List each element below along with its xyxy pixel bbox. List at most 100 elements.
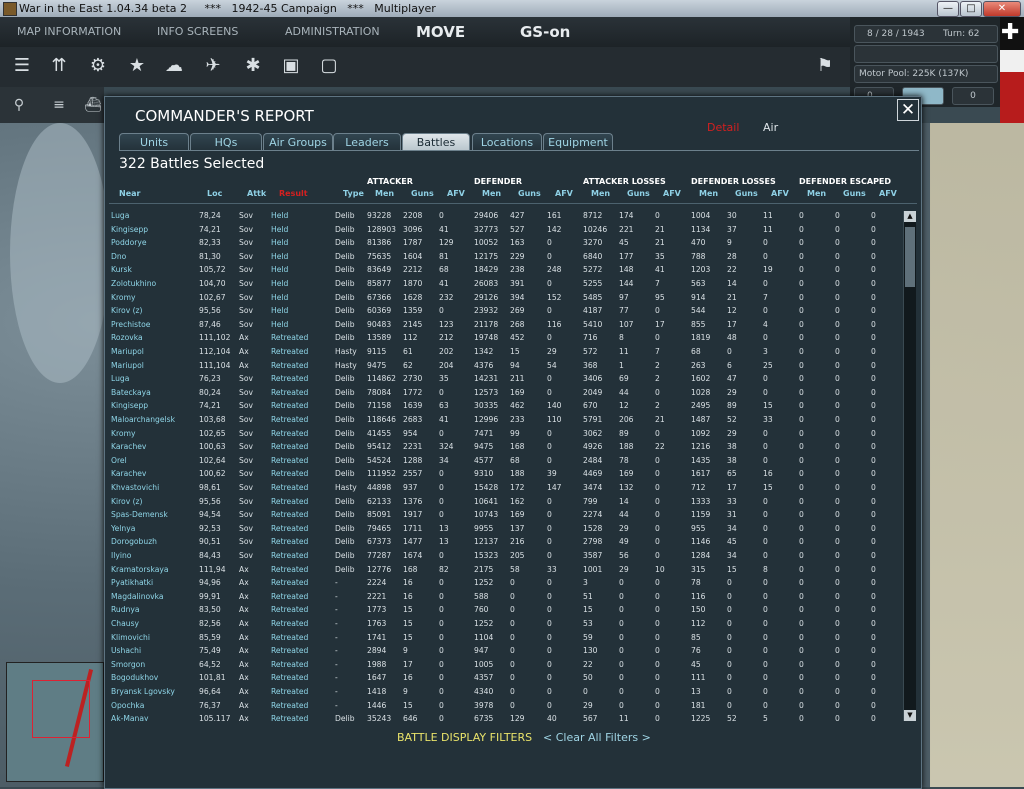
table-row[interactable]: Kingisepp 74,21 Sov Held Delib 128903 3096 41 32… [105, 223, 901, 237]
menu-move[interactable]: MOVE [416, 23, 465, 41]
table-row[interactable]: Rozovka 111,102 Ax Retreated Delib 13589 112 21… [105, 331, 901, 345]
header-type[interactable]: Type [343, 189, 364, 198]
table-row[interactable]: Chausy 82,56 Ax Retreated - 1763 15 0 1252 0 0 53 0 0… [105, 617, 901, 631]
table-row[interactable]: Ilyino 84,43 Sov Retreated Delib 77287 1674 0 15… [105, 549, 901, 563]
header-near[interactable]: Near [119, 189, 140, 198]
table-row[interactable]: Karachev 100,62 Sov Retreated Delib 111952 255… [105, 467, 901, 481]
scroll-thumb[interactable] [905, 227, 915, 287]
supply-icon[interactable]: ▢ [316, 53, 342, 79]
table-row[interactable]: Karachev 100,63 Sov Retreated Delib 95412 2231… [105, 440, 901, 454]
table-row[interactable]: Mariupol 111,104 Ax Retreated Hasty 9475 62 204… [105, 359, 901, 373]
minimap[interactable] [6, 662, 104, 782]
table-row[interactable]: Ak-Manay 105,117 Ax Retreated Delib 35243 646 0… [105, 712, 901, 721]
header-loc[interactable]: Loc [207, 189, 222, 198]
header-attk[interactable]: Attk [247, 189, 266, 198]
scroll-down-icon[interactable]: ▼ [904, 710, 916, 721]
unit-moves-icon[interactable]: ⇈ [46, 53, 72, 79]
minimap-viewport[interactable] [32, 680, 90, 738]
table-row[interactable]: Dno 81,30 Sov Held Delib 75635 1604 81 12175 229 0… [105, 250, 901, 264]
header-esc-afv[interactable]: AFV [879, 189, 897, 198]
menu-info-screens[interactable]: INFO SCREENS [157, 25, 238, 38]
tab-air-groups[interactable]: Air Groups [263, 133, 333, 151]
tab-locations[interactable]: Locations [472, 133, 542, 151]
table-row[interactable]: Kromy 102,67 Sov Held Delib 67366 1628 232 29126… [105, 291, 901, 305]
table-row[interactable]: Klimovichi 85,59 Ax Retreated - 1741 15 0 1104 0 0… [105, 631, 901, 645]
weather-icon[interactable]: ☁ [161, 53, 187, 79]
header-attl-men[interactable]: Men [591, 189, 610, 198]
table-row[interactable]: Kromy 102,65 Sov Retreated Delib 41455 954 0 747… [105, 427, 901, 441]
header-attl-afv[interactable]: AFV [663, 189, 681, 198]
table-row[interactable]: Luga 76,23 Sov Retreated Delib 114862 2730 35 14… [105, 372, 901, 386]
naval-icon[interactable]: ⛴ [80, 92, 106, 118]
menu-administration[interactable]: ADMINISTRATION [285, 25, 380, 38]
star-icon[interactable]: ★ [124, 53, 150, 79]
cell-def-afv: 0 [547, 306, 552, 316]
table-row[interactable]: Rudnya 83,50 Ax Retreated -1773 15 0 760 0 0 15 0 0 1… [105, 603, 901, 617]
table-row[interactable]: Kramatorskaya 111,94 Ax Retreated Delib 12776… [105, 563, 901, 577]
tab-hqs[interactable]: HQs [190, 133, 262, 151]
header-attl-guns[interactable]: Guns [627, 189, 650, 198]
header-att-men[interactable]: Men [375, 189, 394, 198]
header-esc-guns[interactable]: Guns [843, 189, 866, 198]
air-missions-icon[interactable]: ✈ [200, 53, 226, 79]
table-row[interactable]: Mariupol 112,104 Ax Retreated Hasty 9115 61 202… [105, 345, 901, 359]
table-row[interactable]: Kingisepp 74,21 Sov Retreated Delib 71158 1639… [105, 399, 901, 413]
header-defl-guns[interactable]: Guns [735, 189, 758, 198]
table-row[interactable]: Kirov (z) 95,56 Sov Retreated Delib 62133 1376… [105, 495, 901, 509]
bomb-icon[interactable]: ✱ [240, 53, 266, 79]
maximize-button[interactable]: □ [960, 1, 982, 17]
table-row[interactable]: Magdalinovka 99,91 Ax Retreated - 2221 16 0 588 0… [105, 590, 901, 604]
header-att-guns[interactable]: Guns [411, 189, 434, 198]
minimize-button[interactable]: — [937, 1, 959, 17]
close-dialog-button[interactable]: ✕ [897, 99, 919, 121]
table-row[interactable]: Luga 78,24 Sov Held Delib 93228 2208 0 29406 427 1… [105, 209, 901, 223]
header-def-afv[interactable]: AFV [555, 189, 573, 198]
tab-units[interactable]: Units [119, 133, 189, 151]
table-row[interactable]: Poddorye 82,33 Sov Held Delib 81386 1787 129 100… [105, 236, 901, 250]
infantry-icon[interactable]: ⚲ [6, 92, 32, 118]
header-att-afv[interactable]: AFV [447, 189, 465, 198]
header-result[interactable]: Result [279, 189, 308, 198]
table-row[interactable]: Kirov (z) 95,56 Sov Held Delib 60369 1359 0 2393… [105, 304, 901, 318]
header-def-men[interactable]: Men [482, 189, 501, 198]
tab-leaders[interactable]: Leaders [333, 133, 401, 151]
header-def-guns[interactable]: Guns [518, 189, 541, 198]
table-row[interactable]: Orel 102,64 Sov Retreated Delib 54524 1288 34 45… [105, 454, 901, 468]
fuel-icon[interactable]: ▣ [278, 53, 304, 79]
tab-battles[interactable]: Battles [402, 133, 470, 151]
rail-icon[interactable]: ≡ [46, 92, 72, 118]
battle-display-filters-button[interactable]: BATTLE DISPLAY FILTERS [397, 731, 532, 744]
table-row[interactable]: Bateckaya 80,24 Sov Retreated Delib 78084 1772… [105, 386, 901, 400]
stack-icon[interactable]: ☰ [9, 53, 35, 79]
table-row[interactable]: Smorgon 64,52 Ax Retreated - 1988 17 0 1005 0 0 22 0… [105, 658, 901, 672]
header-defl-men[interactable]: Men [699, 189, 718, 198]
air-selector[interactable]: Air [763, 121, 778, 134]
clear-all-filters-button[interactable]: < Clear All Filters > [543, 731, 651, 744]
cell-type: Hasty [335, 360, 357, 370]
table-scrollbar[interactable]: ▲ ▼ [903, 211, 916, 721]
table-row[interactable]: Dorogobuzh 90,51 Sov Retreated Delib 67373 147… [105, 535, 901, 549]
detail-selector[interactable]: Detail [707, 121, 739, 134]
table-row[interactable]: Pyatikhatki 94,96 Ax Retreated - 2224 16 0 1252 0… [105, 576, 901, 590]
table-row[interactable]: Bryansk Lgovsky 96,64 Ax Retreated - 1418 9 0 43… [105, 685, 901, 699]
header-defl-afv[interactable]: AFV [771, 189, 789, 198]
menu-map-information[interactable]: MAP INFORMATION [17, 25, 121, 38]
flag-icon[interactable]: ⚑ [812, 53, 838, 79]
close-window-button[interactable]: ✕ [983, 1, 1021, 17]
table-row[interactable]: Spas-Demensk 94,54 Sov Retreated Delib 85091 1… [105, 508, 901, 522]
table-row[interactable]: Prechistoe 87,46 Sov Held Delib 90483 2145 123 2… [105, 318, 901, 332]
counter-right-box[interactable]: 0 [952, 87, 994, 105]
gear-icon[interactable]: ⚙ [85, 53, 111, 79]
table-row[interactable]: Yelnya 92,53 Sov Retreated Delib 79465 1711 13 9… [105, 522, 901, 536]
header-esc-men[interactable]: Men [807, 189, 826, 198]
table-row[interactable]: Kursk 105,72 Sov Held Delib 83649 2212 68 18429 2… [105, 263, 901, 277]
table-row[interactable]: Khvastovichi 98,61 Sov Retreated Hasty 44898 9… [105, 481, 901, 495]
menu-gs-toggle[interactable]: GS-on [520, 23, 570, 41]
table-row[interactable]: Zolotukhino 104,70 Sov Held Delib 85877 1870 41… [105, 277, 901, 291]
tab-equipment[interactable]: Equipment [543, 133, 613, 151]
table-row[interactable]: Opochka 76,37 Ax Retreated - 1446 15 0 3978 0 0 29 0… [105, 699, 901, 713]
table-row[interactable]: Maloarchangelsk 103,68 Sov Retreated Delib 11… [105, 413, 901, 427]
table-row[interactable]: Bogodukhov 101,81 Ax Retreated - 1647 16 0 4357 0… [105, 671, 901, 685]
table-row[interactable]: Ushachi 75,49 Ax Retreated - 2894 9 0 947 0 0 130 0 0… [105, 644, 901, 658]
scroll-up-icon[interactable]: ▲ [904, 211, 916, 222]
